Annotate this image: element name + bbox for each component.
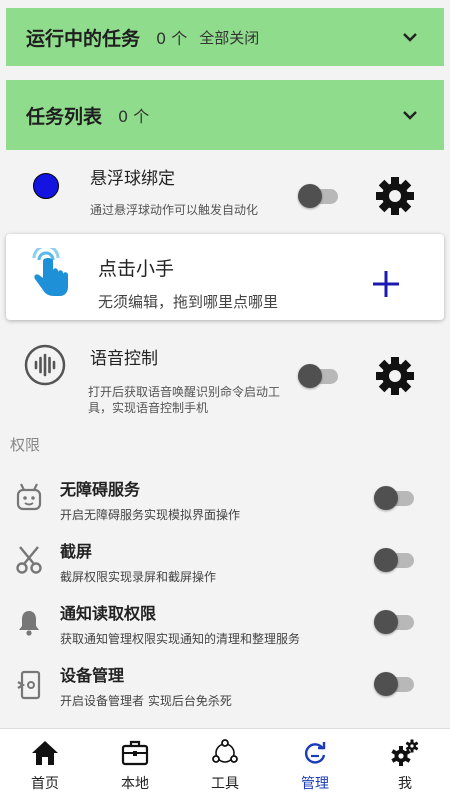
floating-ball-icon <box>33 173 59 199</box>
floating-ball-toggle[interactable] <box>298 184 338 208</box>
voice-control-toggle[interactable] <box>298 364 338 388</box>
tab-label: 管理 <box>301 776 329 792</box>
permission-title: 通知读取权限 <box>60 604 157 623</box>
gear-icon[interactable] <box>375 176 415 216</box>
scissors-icon <box>16 546 42 574</box>
tab-label: 首页 <box>31 776 59 792</box>
item-title: 语音控制 <box>90 349 158 369</box>
permission-title: 无障碍服务 <box>60 480 141 499</box>
running-tasks-bar[interactable]: 运行中的任务 0 个 全部关闭 <box>6 8 444 66</box>
home-icon <box>32 741 58 765</box>
tab-tools[interactable]: 工具 <box>180 729 270 800</box>
robot-icon <box>16 483 42 511</box>
voice-wave-icon <box>24 344 66 386</box>
chevron-down-icon[interactable] <box>402 29 418 45</box>
item-desc: 打开后获取语音唤醒识别命令启动工具，实现语音控制手机 <box>88 385 281 415</box>
bottom-tab-bar: 首页 本地 工具 管理 我 <box>0 728 450 800</box>
permission-desc: 开启设备管理者 实现后台免杀死 <box>60 694 232 708</box>
tab-local[interactable]: 本地 <box>90 729 180 800</box>
permission-row: 无障碍服务 开启无障碍服务实现模拟界面操作 <box>0 472 450 528</box>
permission-title: 截屏 <box>60 542 93 561</box>
accessibility-toggle[interactable] <box>374 486 414 510</box>
click-hand-title: 点击小手 <box>98 258 175 280</box>
voice-control-row: 语音控制 打开后获取语音唤醒识别命令启动工具，实现语音控制手机 <box>0 336 450 420</box>
tab-home[interactable]: 首页 <box>0 729 90 800</box>
permission-desc: 获取通知管理权限实现通知的清理和整理服务 <box>60 632 301 646</box>
item-desc: 通过悬浮球动作可以触发自动化 <box>90 203 259 217</box>
screenshot-toggle[interactable] <box>374 548 414 572</box>
tab-label: 本地 <box>121 776 149 792</box>
device-admin-icon <box>17 670 41 700</box>
task-list-bar[interactable]: 任务列表 0 个 <box>6 80 444 150</box>
permission-desc: 截屏权限实现录屏和截屏操作 <box>60 570 217 584</box>
tab-me[interactable]: 我 <box>360 729 450 800</box>
floating-ball-row: 悬浮球绑定 通过悬浮球动作可以触发自动化 <box>0 156 450 232</box>
chevron-down-icon[interactable] <box>402 107 418 123</box>
close-all-button[interactable]: 全部关闭 <box>199 27 259 48</box>
running-tasks-title: 运行中的任务 <box>26 27 141 50</box>
item-title: 悬浮球绑定 <box>90 169 175 189</box>
tab-label: 工具 <box>211 776 239 792</box>
plus-icon[interactable] <box>372 270 400 298</box>
permissions-header: 权限 <box>10 436 41 454</box>
gear-icon[interactable] <box>375 356 415 396</box>
device-admin-toggle[interactable] <box>374 672 414 696</box>
click-hand-desc: 无须编辑，拖到哪里点哪里 <box>98 293 279 311</box>
manage-icon <box>304 742 326 764</box>
permission-title: 设备管理 <box>60 666 125 685</box>
click-hand-card[interactable]: 点击小手 无须编辑，拖到哪里点哪里 <box>6 234 444 320</box>
permission-row: 设备管理 开启设备管理者 实现后台免杀死 <box>0 658 450 714</box>
notification-toggle[interactable] <box>374 610 414 634</box>
permission-row: 通知读取权限 获取通知管理权限实现通知的清理和整理服务 <box>0 596 450 652</box>
permission-desc: 开启无障碍服务实现模拟界面操作 <box>60 508 241 522</box>
tools-icon <box>212 739 238 763</box>
tab-label: 我 <box>398 776 412 792</box>
permission-row: 截屏 截屏权限实现录屏和截屏操作 <box>0 534 450 590</box>
briefcase-icon <box>121 740 149 766</box>
pointing-hand-icon <box>32 248 68 296</box>
running-tasks-count: 0 个 <box>156 29 188 48</box>
bell-icon <box>19 611 39 636</box>
gears-icon <box>391 739 419 766</box>
task-list-count: 0 个 <box>118 107 150 126</box>
tab-manage[interactable]: 管理 <box>270 729 360 800</box>
task-list-title: 任务列表 <box>26 105 103 128</box>
